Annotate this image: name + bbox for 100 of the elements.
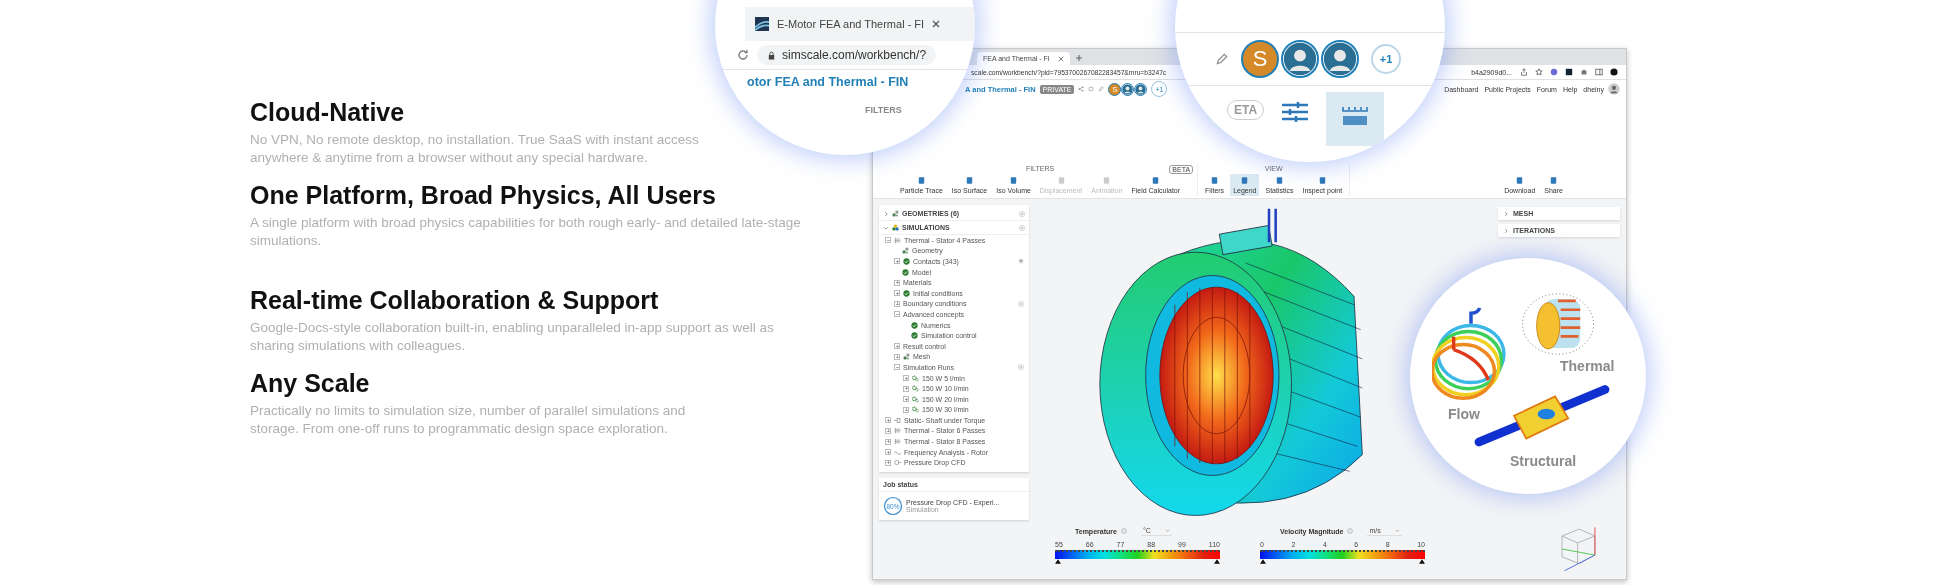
tool-icon [1275,176,1284,185]
add-icon[interactable] [1019,210,1025,217]
info-icon[interactable] [1347,528,1354,534]
tool-icon [1151,176,1161,185]
expand-toggle[interactable] [903,406,909,413]
check-circle-icon [903,289,910,297]
chevron-icon[interactable] [883,210,889,217]
toolbar-group-label: FILTERS [865,105,902,115]
app-logo-icon [755,17,769,31]
expand-toggle[interactable] [894,364,900,371]
expand-toggle[interactable] [894,279,900,286]
expand-toggle[interactable] [894,311,900,318]
tool-icon [1240,176,1250,185]
feature-heading: One Platform, Broad Physics, All Users [250,180,717,210]
reload-icon[interactable] [737,49,749,61]
expand-toggle[interactable] [894,343,900,350]
layers-icon [894,427,901,435]
tool-icon [1549,176,1559,185]
tool-icon [1317,176,1327,185]
puzzle-icon[interactable] [1580,68,1588,76]
more-collaborators-badge[interactable]: +1 [1371,44,1401,74]
feature-heading: Any Scale [250,368,371,398]
tool-icon [965,176,974,185]
expand-toggle[interactable] [894,290,900,297]
shapes-icon [892,224,899,231]
project-title: otor FEA and Thermal - FIN [747,75,909,89]
close-icon[interactable] [1057,55,1064,62]
tool-icon [1102,176,1112,185]
user-avatar[interactable] [1281,40,1319,78]
add-icon[interactable] [1018,300,1024,307]
expand-toggle[interactable] [885,417,891,424]
gears-icon [912,374,919,382]
user-avatar[interactable] [1321,40,1359,78]
expand-toggle[interactable] [903,375,909,381]
expand-toggle[interactable] [885,428,891,434]
chevron-icon[interactable] [883,224,889,231]
expand-toggle[interactable] [903,385,909,392]
star-icon[interactable] [1535,68,1543,76]
pencil-icon[interactable] [1215,52,1229,66]
tool-icon [1056,176,1066,185]
share-icon[interactable] [1078,86,1085,92]
shapes-icon [903,353,910,361]
expand-toggle[interactable] [885,237,891,244]
feature-heading: Cloud-Native [250,98,406,127]
sidebar-icon[interactable] [1595,68,1603,76]
pipe-icon [894,459,901,467]
expand-toggle[interactable] [903,396,909,403]
physics-label: Thermal [1560,358,1615,374]
legend-tool-button[interactable] [1326,92,1385,146]
expand-toggle[interactable] [894,353,900,360]
shaft-icon [894,416,901,424]
check-circle-icon [911,332,918,340]
user-avatar[interactable] [1121,82,1135,96]
add-icon[interactable] [1019,224,1025,231]
lock-icon [767,50,776,60]
legend-icon [1340,104,1371,128]
check-circle-icon [903,258,910,265]
chevron-icon[interactable] [1503,227,1509,234]
expand-toggle[interactable] [885,459,891,466]
layers-icon [894,438,901,446]
physics-label: Flow [1448,406,1480,422]
sliders-icon[interactable] [1280,100,1311,124]
gears-icon [912,395,919,403]
chevron-icon[interactable] [1503,210,1509,217]
wave-icon [894,448,901,456]
pencil-icon[interactable] [1098,86,1105,92]
physics-label: Structural [1510,453,1577,469]
feature-description: Practically no limits to simulation size, number of parallel simulations and storage. From one-off runs to programmatic design space exploration. [250,401,687,438]
feature-description: A single platform with broad physics capabilities for both rough early- and detailed late-stage simulations. [250,213,802,250]
tool-icon [1009,176,1019,185]
gears-icon [912,385,919,393]
tool-icon [1515,176,1525,185]
close-icon[interactable] [932,20,941,28]
expand-toggle[interactable] [894,300,900,307]
tool-icon [916,176,926,185]
check-circle-icon [902,268,909,276]
user-avatar[interactable] [1134,82,1148,96]
user-avatar[interactable] [1608,83,1620,95]
chevron-down-icon [1394,527,1400,533]
new-tab-icon[interactable] [1075,55,1082,61]
copy-icon[interactable] [1088,86,1095,92]
expand-toggle[interactable] [894,258,900,265]
address-bar[interactable]: simscale.com/workbench/? [757,45,937,65]
add-icon[interactable] [1018,364,1024,371]
layers-icon [894,236,901,244]
expand-toggle[interactable] [885,449,891,456]
feature-description: Google-Docs-style collaboration built-in, enabling unparalleled in-app support as well as sharing simulations with colleagues. [250,318,775,355]
filter-icon[interactable] [1018,258,1024,265]
gears-icon [912,406,919,414]
chevron-down-icon [1164,527,1170,533]
shapes-icon [892,210,899,217]
expand-toggle[interactable] [885,438,891,445]
feature-description: No VPN, No remote desktop, no installation. True SaaS with instant access anywhere & anytime from a browser without any special hardware. [250,131,700,167]
tool-icon [1210,176,1220,185]
share-icon[interactable] [1520,68,1528,76]
info-icon[interactable] [1120,528,1127,534]
feature-heading: Real-time Collaboration & Support [250,285,660,315]
profile-icon[interactable] [1610,68,1618,76]
check-circle-icon [911,321,918,329]
shapes-icon [902,247,909,255]
